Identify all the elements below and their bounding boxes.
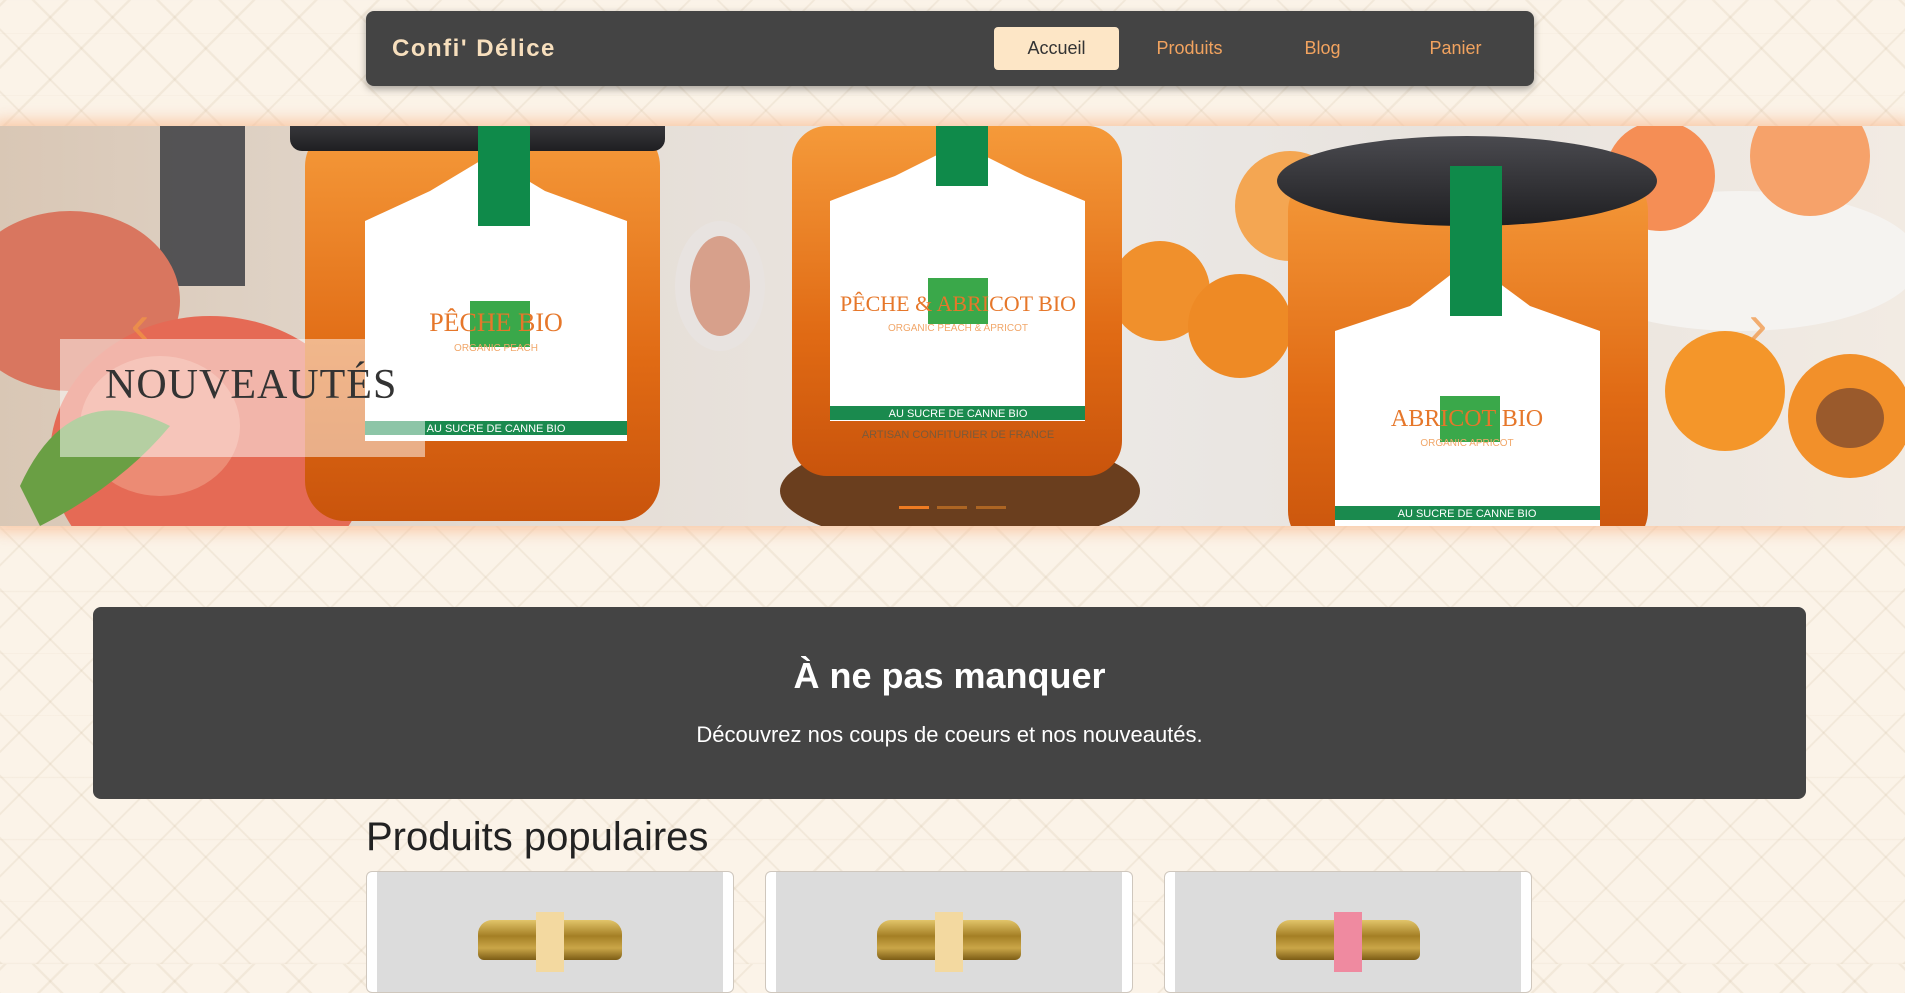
carousel-caption: NOUVEAUTÉS	[60, 339, 425, 457]
product-card[interactable]	[366, 871, 734, 993]
product-image	[377, 872, 723, 992]
caption-title: NOUVEAUTÉS	[105, 362, 398, 408]
jar-2-sub: ORGANIC PEACH & APRICOT	[888, 323, 1028, 334]
jar-label	[1334, 912, 1362, 972]
nav-blog[interactable]: Blog	[1260, 27, 1385, 70]
carousel-indicator[interactable]	[899, 506, 929, 509]
chevron-right-icon[interactable]: ›	[1738, 296, 1778, 356]
jar-3-flavor: ABRICOT BIO	[1391, 406, 1543, 432]
jar-2-band: AU SUCRE DE CANNE BIO	[889, 408, 1028, 420]
carousel-indicator[interactable]	[937, 506, 968, 509]
nav-panier[interactable]: Panier	[1393, 27, 1518, 70]
nav-accueil[interactable]: Accueil	[994, 27, 1119, 70]
product-card[interactable]	[765, 871, 1133, 993]
jar-1-sub: ORGANIC PEACH	[454, 343, 538, 354]
promo-banner: À ne pas manquer Découvrez nos coups de …	[93, 607, 1806, 799]
promo-title: À ne pas manquer	[793, 655, 1106, 696]
product-image	[1175, 872, 1521, 992]
carousel-indicator[interactable]	[975, 506, 1006, 509]
jar-label	[536, 912, 564, 972]
jar-3-band: AU SUCRE DE CANNE BIO	[1398, 508, 1537, 520]
nav-produits[interactable]: Produits	[1127, 27, 1252, 70]
section-title: Produits populaires	[366, 815, 709, 859]
brand-logo[interactable]: Confi' Délice	[392, 11, 556, 86]
product-card[interactable]	[1164, 871, 1532, 993]
hero-carousel[interactable]: PÊCHE BIO ORGANIC PEACH AU SUCRE DE CANN…	[0, 126, 1905, 526]
jar-3-sub: ORGANIC APRICOT	[1420, 438, 1513, 449]
top-navbar: Confi' Délice Accueil Produits Blog Pani…	[366, 11, 1534, 86]
promo-text: Découvrez nos coups de coeurs et nos nou…	[696, 722, 1203, 747]
product-image	[776, 872, 1122, 992]
chevron-left-icon[interactable]: ‹	[120, 296, 160, 356]
jar-1-flavor: PÊCHE BIO	[429, 308, 563, 337]
jar-2-footer: ARTISAN CONFITURIER DE FRANCE	[862, 429, 1054, 441]
carousel-slide-image: PÊCHE BIO ORGANIC PEACH AU SUCRE DE CANN…	[0, 126, 1905, 526]
carousel-indicators	[897, 496, 1008, 514]
jar-label	[935, 912, 963, 972]
jar-2-flavor: PÊCHE & ABRICOT BIO	[840, 291, 1076, 316]
jar-1-band: AU SUCRE DE CANNE BIO	[427, 423, 566, 435]
